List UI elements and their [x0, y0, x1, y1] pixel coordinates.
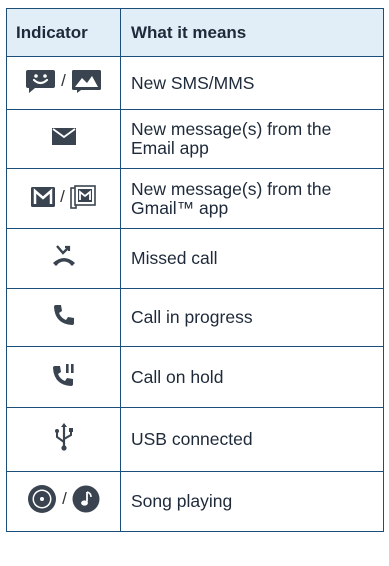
indicator-cell: [6, 228, 121, 289]
disc-icon: [28, 485, 57, 513]
envelope-icon: [51, 128, 76, 145]
phone-handset-icon: [53, 305, 74, 325]
meaning-cell: USB connected: [120, 407, 384, 472]
sms-smile-icon: [26, 69, 56, 93]
table-row: Missed call: [6, 228, 384, 289]
table-row: / New message(s) from the Gmail™ app: [6, 168, 384, 229]
icon-separator: /: [60, 186, 65, 206]
gmail-icon: [31, 186, 56, 207]
usb-icon: [54, 423, 73, 451]
indicator-cell: [6, 346, 121, 408]
icon-separator: /: [61, 70, 66, 90]
indicator-cell: [6, 407, 121, 472]
table-row: / Song playing: [6, 471, 384, 532]
meaning-cell: New SMS/MMS: [120, 56, 384, 110]
indicator-cell: /: [6, 471, 121, 532]
table-row: USB connected: [6, 407, 384, 472]
meaning-cell: Call on hold: [120, 346, 384, 408]
meaning-cell: New message(s) from the Gmail™ app: [120, 168, 384, 229]
meaning-cell: Song playing: [120, 471, 384, 532]
indicator-table: Indicator What it means / New SMS/MMS Ne…: [6, 8, 384, 532]
mms-picture-icon: [71, 69, 101, 93]
table-row: Call on hold: [6, 346, 384, 408]
table-header-row: Indicator What it means: [6, 8, 384, 57]
table-row: Call in progress: [6, 288, 384, 347]
missed-call-icon: [52, 245, 75, 266]
meaning-cell: Call in progress: [120, 288, 384, 347]
indicator-cell: /: [6, 168, 121, 229]
indicator-cell: [6, 109, 121, 169]
header-indicator: Indicator: [6, 8, 121, 57]
header-meaning: What it means: [120, 8, 384, 57]
meaning-cell: New message(s) from the Email app: [120, 109, 384, 169]
meaning-cell: Missed call: [120, 228, 384, 289]
indicator-cell: [6, 288, 121, 347]
table-row: / New SMS/MMS: [6, 56, 384, 110]
indicator-cell: /: [6, 56, 121, 110]
icon-separator: /: [62, 489, 67, 508]
table-row: New message(s) from the Email app: [6, 109, 384, 169]
gmail-outline-icon: [70, 184, 96, 209]
call-hold-icon: [52, 363, 74, 386]
music-note-icon: [72, 485, 100, 513]
